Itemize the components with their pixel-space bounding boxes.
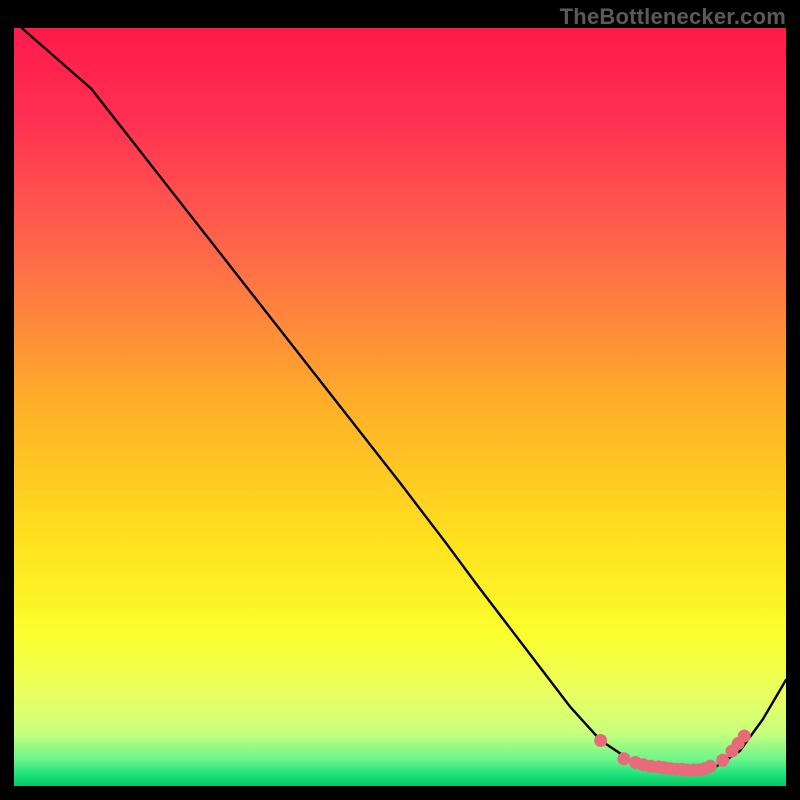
marker-dot bbox=[617, 752, 630, 765]
gradient-background bbox=[14, 28, 786, 786]
chart-frame: TheBottlenecker.com bbox=[0, 0, 800, 800]
marker-dot bbox=[716, 754, 729, 767]
chart-svg bbox=[0, 0, 800, 800]
marker-dot bbox=[738, 729, 751, 742]
marker-dot bbox=[594, 734, 607, 747]
marker-dot bbox=[704, 760, 717, 773]
